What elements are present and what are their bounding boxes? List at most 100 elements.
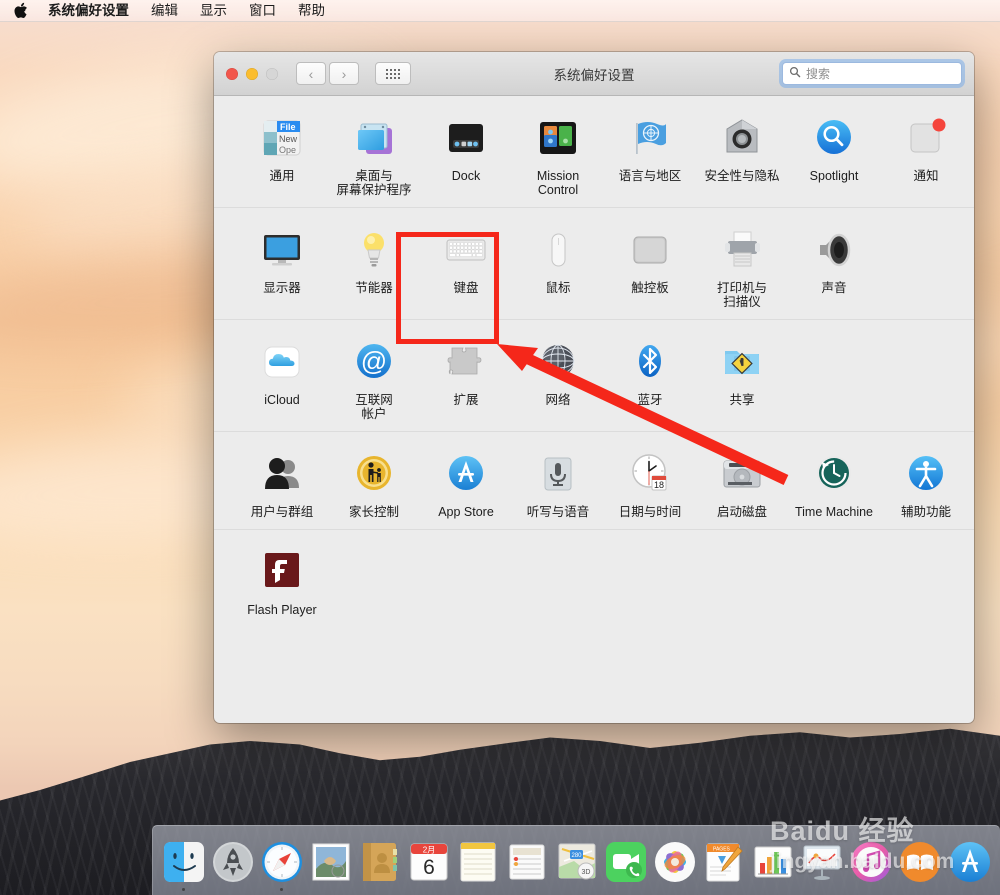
- pref-label: iCloud: [264, 393, 300, 407]
- pref-item-startup-disk[interactable]: 启动磁盘: [696, 446, 788, 519]
- dock-item-itunes[interactable]: [847, 831, 896, 891]
- dock-item-contacts[interactable]: [356, 831, 405, 891]
- keynote-icon: [799, 839, 845, 885]
- dock-item-safari[interactable]: [257, 831, 306, 891]
- pref-item-time-machine[interactable]: Time Machine: [788, 446, 880, 519]
- svg-text:280: 280: [571, 853, 582, 859]
- pref-item-network[interactable]: 网络: [512, 334, 604, 421]
- pref-item-users-groups[interactable]: 用户与群组: [236, 446, 328, 519]
- menu-item-view[interactable]: 显示: [200, 0, 227, 22]
- pref-item-desktop-screensaver[interactable]: 桌面与 屏幕保护程序: [328, 110, 420, 197]
- startup-disk-icon: [718, 450, 766, 498]
- launchpad-icon: [210, 839, 256, 885]
- pref-item-keyboard[interactable]: 键盘: [420, 222, 512, 309]
- search-icon: [789, 65, 801, 83]
- apple-logo-icon[interactable]: [14, 2, 28, 19]
- pref-item-bluetooth[interactable]: 蓝牙: [604, 334, 696, 421]
- pref-item-sharing[interactable]: 共享: [696, 334, 788, 421]
- pref-item-language-region[interactable]: 语言与地区: [604, 110, 696, 197]
- search-field[interactable]: [782, 62, 962, 85]
- parental-controls-icon: [350, 450, 398, 498]
- prefs-row: File New Ope 通用 桌面与 屏幕保护程序 Dock Mission …: [214, 96, 974, 208]
- svg-text:@: @: [361, 346, 387, 376]
- dock-item-notes[interactable]: [454, 831, 503, 891]
- pref-label: 听写与语音: [526, 505, 590, 519]
- pref-item-extensions[interactable]: 扩展: [420, 334, 512, 421]
- pref-label: 扩展: [453, 393, 479, 407]
- dock-item-pages[interactable]: PAGES: [699, 831, 748, 891]
- pref-item-mouse[interactable]: 鼠标: [512, 222, 604, 309]
- back-button[interactable]: ‹: [296, 62, 326, 85]
- spotlight-icon: [810, 114, 858, 162]
- extensions-icon: [442, 338, 490, 386]
- pref-item-internet-accounts[interactable]: @ 互联网 帐户: [328, 334, 420, 421]
- pref-item-sound[interactable]: 声音: [788, 222, 880, 309]
- language-region-icon: [626, 114, 674, 162]
- date-time-icon: 18: [626, 450, 674, 498]
- pref-item-general[interactable]: File New Ope 通用: [236, 110, 328, 197]
- pref-label: Dock: [451, 169, 481, 183]
- pref-item-trackpad[interactable]: 触控板: [604, 222, 696, 309]
- prefs-row: 用户与群组 家长控制 App Store 听写与语音 18 日期与时间 启动磁盘…: [214, 432, 974, 530]
- dock-item-photos[interactable]: [650, 831, 699, 891]
- dock-item-numbers[interactable]: [749, 831, 798, 891]
- finder-icon: [161, 839, 207, 885]
- pref-item-printers-scanners[interactable]: 打印机与 扫描仪: [696, 222, 788, 309]
- dock-item-calendar[interactable]: 2月 6: [405, 831, 454, 891]
- pref-label: Time Machine: [794, 505, 874, 519]
- pref-label: 语言与地区: [618, 169, 682, 183]
- pref-label: 鼠标: [545, 281, 571, 295]
- pref-item-flash-player[interactable]: Flash Player: [236, 544, 328, 617]
- pref-item-energy-saver[interactable]: 节能器: [328, 222, 420, 309]
- bluetooth-icon: [626, 338, 674, 386]
- pref-label: 通知: [913, 169, 939, 183]
- pref-item-displays[interactable]: 显示器: [236, 222, 328, 309]
- dock-item-finder[interactable]: [159, 831, 208, 891]
- dock-item-launchpad[interactable]: [208, 831, 257, 891]
- svg-text:3D: 3D: [581, 869, 590, 876]
- window-titlebar[interactable]: ‹ › 系统偏好设置: [214, 52, 974, 96]
- pref-item-security-privacy[interactable]: 安全性与隐私: [696, 110, 788, 197]
- dock-item-facetime[interactable]: [601, 831, 650, 891]
- dock-item-app-store[interactable]: [945, 831, 994, 891]
- pref-label: 节能器: [355, 281, 393, 295]
- dock-item-reminders[interactable]: [503, 831, 552, 891]
- prefs-row: Flash Player: [214, 530, 974, 627]
- minimize-button[interactable]: [246, 67, 258, 80]
- pref-label: 用户与群组: [250, 505, 314, 519]
- menu-item-system-preferences[interactable]: 系统偏好设置: [48, 0, 129, 22]
- close-button[interactable]: [226, 67, 238, 80]
- prefs-row: 显示器 节能器 键盘 鼠标 触控板 打印机与 扫描仪 声音: [214, 208, 974, 320]
- desktop-screensaver-icon: [350, 114, 398, 162]
- safari-icon: [259, 839, 305, 885]
- pref-item-app-store[interactable]: App Store: [420, 446, 512, 519]
- preferences-grid: File New Ope 通用 桌面与 屏幕保护程序 Dock Mission …: [214, 96, 974, 627]
- pref-item-dictation-speech[interactable]: 听写与语音: [512, 446, 604, 519]
- search-input[interactable]: [806, 66, 955, 81]
- pref-item-dock[interactable]: Dock: [420, 110, 512, 197]
- dock-item-keynote[interactable]: [798, 831, 847, 891]
- pref-item-icloud[interactable]: iCloud: [236, 334, 328, 421]
- traffic-lights: [226, 67, 278, 80]
- pref-item-parental-controls[interactable]: 家长控制: [328, 446, 420, 519]
- reminders-icon: [504, 839, 550, 885]
- pref-item-accessibility[interactable]: 辅助功能: [880, 446, 972, 519]
- pref-item-date-time[interactable]: 18 日期与时间: [604, 446, 696, 519]
- internet-accounts-icon: @: [350, 338, 398, 386]
- forward-button[interactable]: ›: [329, 62, 359, 85]
- pref-item-spotlight[interactable]: Spotlight: [788, 110, 880, 197]
- menu-item-edit[interactable]: 编辑: [151, 0, 178, 22]
- prefs-row: iCloud @ 互联网 帐户 扩展 网络 蓝牙 共享: [214, 320, 974, 432]
- pref-item-mission-control[interactable]: Mission Control: [512, 110, 604, 197]
- show-all-grid-icon[interactable]: [375, 62, 411, 85]
- grid-dots: [386, 68, 400, 79]
- dock-item-ibooks[interactable]: [896, 831, 945, 891]
- menu-item-window[interactable]: 窗口: [249, 0, 276, 22]
- pref-label: Flash Player: [247, 603, 317, 617]
- dock-item-mail[interactable]: [306, 831, 355, 891]
- dock-item-maps[interactable]: 280 3D: [552, 831, 601, 891]
- energy-saver-icon: [350, 226, 398, 274]
- contacts-icon: [357, 839, 403, 885]
- menu-item-help[interactable]: 帮助: [298, 0, 325, 22]
- pref-item-notifications[interactable]: 通知: [880, 110, 972, 197]
